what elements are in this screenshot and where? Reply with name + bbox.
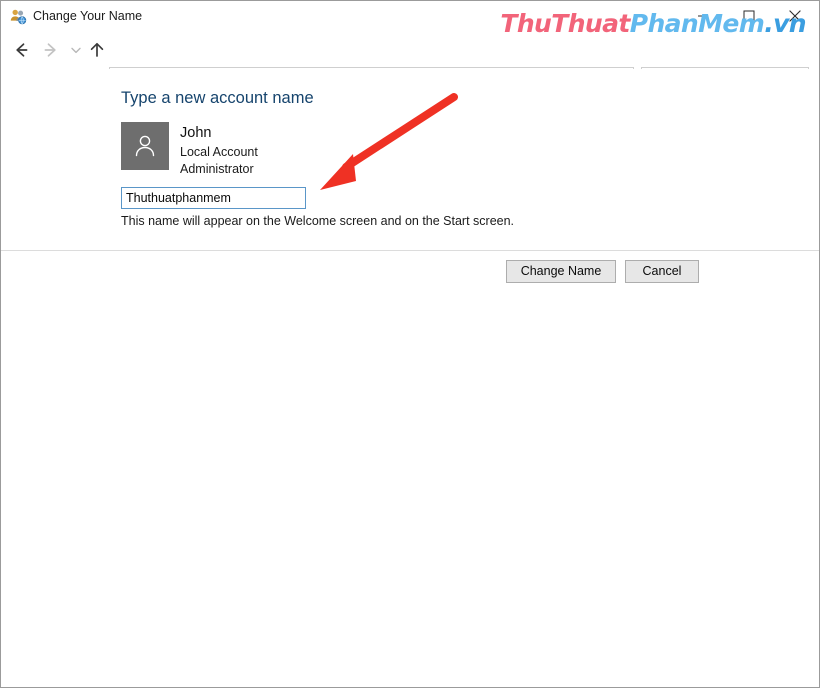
new-account-name-input[interactable]: [121, 187, 306, 209]
user-avatar-icon: [135, 135, 155, 157]
account-role: Administrator: [180, 162, 254, 176]
back-arrow-icon[interactable]: [9, 38, 33, 62]
title-bar: Change Your Name: [1, 1, 819, 31]
cancel-button[interactable]: Cancel: [625, 260, 699, 283]
change-name-button[interactable]: Change Name: [506, 260, 616, 283]
page-title: Type a new account name: [121, 89, 314, 107]
recent-locations-chevron-icon[interactable]: [67, 38, 85, 62]
close-button[interactable]: [772, 1, 818, 31]
navigation-bar: › Control Panel › User Accounts › User A…: [1, 31, 819, 93]
control-panel-window: Change Your Name Search Control Panel Ty…: [0, 0, 820, 688]
minimize-button[interactable]: [680, 1, 726, 31]
lower-body-area: [1, 292, 819, 687]
maximize-button[interactable]: [726, 1, 772, 31]
account-name: John: [180, 125, 212, 141]
forward-arrow-icon: [39, 38, 63, 62]
hint-text: This name will appear on the Welcome scr…: [121, 214, 515, 228]
main-content: Type a new account name John Local Accou…: [1, 69, 819, 250]
avatar: [121, 122, 169, 170]
command-area: Change Name Cancel: [1, 251, 819, 292]
window-title: Change Your Name: [33, 9, 143, 23]
user-accounts-icon: [10, 8, 27, 25]
up-arrow-icon[interactable]: [85, 38, 109, 62]
account-type: Local Account: [180, 145, 258, 159]
